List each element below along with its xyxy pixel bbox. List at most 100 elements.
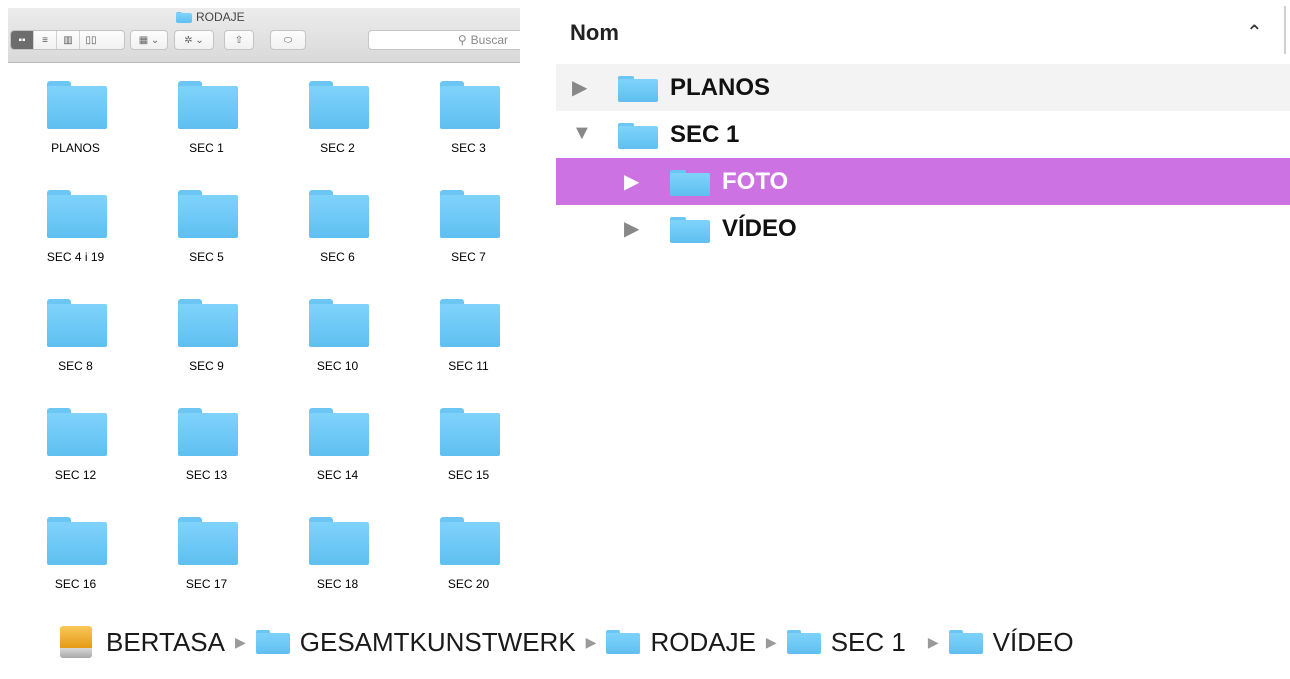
path-crumb-video[interactable]: VÍDEO bbox=[948, 626, 1074, 658]
folder-item[interactable]: SEC 20 bbox=[403, 507, 520, 600]
finder-toolbar: RODAJE ▪▪ ≡ ▥ ▯▯ ▦ ⌄ ✲ ⌄ ⇧ ⬭ ⚲ Buscar bbox=[8, 8, 520, 63]
folder-item[interactable]: SEC 7 bbox=[403, 180, 520, 289]
gear-icon: ✲ ⌄ bbox=[184, 34, 204, 46]
folder-label: SEC 7 bbox=[451, 250, 486, 264]
folder-label: PLANOS bbox=[51, 141, 100, 155]
folder-item[interactable]: SEC 8 bbox=[10, 289, 141, 398]
folder-item[interactable]: SEC 9 bbox=[141, 289, 272, 398]
column-header-label: Nom bbox=[570, 20, 619, 45]
path-crumb-sec-1[interactable]: SEC 1 bbox=[786, 627, 906, 658]
window-title-text: RODAJE bbox=[196, 10, 245, 24]
folder-label: SEC 5 bbox=[189, 250, 224, 264]
folder-item[interactable]: SEC 12 bbox=[10, 398, 141, 507]
folder-label: SEC 17 bbox=[185, 577, 228, 591]
folder-item[interactable]: SEC 3 bbox=[403, 71, 520, 180]
folder-icon bbox=[309, 81, 369, 129]
folder-icon bbox=[440, 81, 500, 129]
view-mode-group: ▪▪ ≡ ▥ ▯▯ bbox=[10, 30, 125, 50]
folder-icon bbox=[178, 517, 238, 565]
folder-icon bbox=[309, 517, 369, 565]
folder-icon bbox=[47, 190, 107, 238]
folder-icon bbox=[47, 299, 107, 347]
folder-item[interactable]: SEC 11 bbox=[403, 289, 520, 398]
arrange-icon: ▦ ⌄ bbox=[138, 34, 160, 46]
folder-item[interactable]: SEC 5 bbox=[141, 180, 272, 289]
cover-flow-view-button[interactable]: ▯▯ bbox=[80, 31, 102, 49]
folder-item[interactable]: SEC 2 bbox=[272, 71, 403, 180]
folder-item[interactable]: SEC 1 bbox=[141, 71, 272, 180]
folder-icon bbox=[440, 517, 500, 565]
column-view-button[interactable]: ▥ bbox=[57, 31, 80, 49]
disclosure-expanded-icon[interactable]: ▼ bbox=[572, 122, 592, 145]
folder-item[interactable]: SEC 16 bbox=[10, 507, 141, 600]
folder-icon bbox=[786, 630, 821, 654]
folder-label: SEC 9 bbox=[189, 359, 224, 373]
action-button[interactable]: ✲ ⌄ bbox=[174, 30, 214, 50]
path-crumb-gesamtkunstwerk[interactable]: GESAMTKUNSTWERK bbox=[255, 626, 576, 658]
path-crumb-rodaje[interactable]: RODAJE bbox=[606, 626, 756, 658]
column-header-name[interactable]: Nom ⌃ bbox=[556, 0, 1290, 65]
folder-icon bbox=[178, 81, 238, 129]
share-button[interactable]: ⇧ bbox=[224, 30, 254, 50]
folder-icon bbox=[47, 408, 107, 456]
sort-ascending-icon: ⌃ bbox=[1246, 22, 1263, 44]
tags-button[interactable]: ⬭ bbox=[270, 30, 306, 50]
path-crumb-bertasa[interactable]: BERTASA bbox=[60, 626, 225, 658]
list-row-planos[interactable]: ▶ PLANOS bbox=[556, 64, 1290, 111]
search-icon: ⚲ bbox=[457, 33, 467, 47]
disclosure-collapsed-icon[interactable]: ▶ bbox=[624, 216, 639, 241]
folder-item[interactable]: SEC 17 bbox=[141, 507, 272, 600]
folder-item[interactable]: PLANOS bbox=[10, 71, 141, 180]
folder-item[interactable]: SEC 13 bbox=[141, 398, 272, 507]
folder-item[interactable]: SEC 14 bbox=[272, 398, 403, 507]
folder-label: SEC 2 bbox=[320, 141, 355, 155]
folder-icon bbox=[178, 299, 238, 347]
folder-icon bbox=[948, 630, 983, 654]
path-crumb-label: VÍDEO bbox=[992, 626, 1074, 657]
folder-icon bbox=[178, 190, 238, 238]
icon-view-button[interactable]: ▪▪ bbox=[11, 31, 34, 49]
folder-icon bbox=[670, 217, 710, 243]
folder-label: SEC 20 bbox=[447, 577, 490, 591]
list-view: Nom ⌃ ▶ PLANOS ▼ SEC 1 ▶ FOTO ▶ VÍDEO bbox=[556, 0, 1290, 270]
list-row-label: PLANOS bbox=[670, 74, 771, 101]
list-row-label: VÍDEO bbox=[722, 215, 797, 242]
arrange-button[interactable]: ▦ ⌄ bbox=[130, 30, 168, 50]
path-crumb-label: RODAJE bbox=[650, 626, 756, 657]
list-row-foto[interactable]: ▶ FOTO bbox=[556, 158, 1290, 205]
folder-item[interactable]: SEC 10 bbox=[272, 289, 403, 398]
folder-label: SEC 8 bbox=[58, 359, 93, 373]
folder-label: SEC 10 bbox=[316, 359, 359, 373]
folder-label: SEC 3 bbox=[451, 141, 486, 155]
folder-icon bbox=[440, 190, 500, 238]
list-row-sec-1[interactable]: ▼ SEC 1 bbox=[556, 111, 1290, 158]
search-input[interactable]: ⚲ Buscar bbox=[368, 30, 520, 50]
list-row-label: SEC 1 bbox=[670, 121, 740, 148]
list-view-button[interactable]: ≡ bbox=[34, 31, 57, 49]
folder-icon bbox=[618, 123, 658, 149]
folder-item[interactable]: SEC 18 bbox=[272, 507, 403, 600]
path-bar: BERTASA ▶ GESAMTKUNSTWERK ▶ RODAJE ▶ SEC… bbox=[60, 618, 1074, 666]
disclosure-collapsed-icon[interactable]: ▶ bbox=[624, 169, 639, 194]
folder-icon bbox=[440, 299, 500, 347]
disclosure-collapsed-icon[interactable]: ▶ bbox=[572, 75, 587, 100]
column-divider[interactable] bbox=[1284, 6, 1286, 54]
folder-icon bbox=[255, 630, 290, 654]
finder-window: RODAJE ▪▪ ≡ ▥ ▯▯ ▦ ⌄ ✲ ⌄ ⇧ ⬭ ⚲ Buscar PL… bbox=[8, 8, 520, 600]
chevron-right-icon: ▶ bbox=[927, 633, 939, 650]
folder-icon bbox=[440, 408, 500, 456]
chevron-right-icon: ▶ bbox=[234, 633, 246, 650]
folder-item[interactable]: SEC 6 bbox=[272, 180, 403, 289]
folder-item[interactable]: SEC 15 bbox=[403, 398, 520, 507]
folder-item[interactable]: SEC 4 i 19 bbox=[10, 180, 141, 289]
share-icon: ⇧ bbox=[234, 34, 244, 46]
folder-icon bbox=[618, 76, 658, 102]
folder-icon bbox=[670, 170, 710, 196]
hard-drive-icon bbox=[60, 626, 92, 658]
folder-label: SEC 18 bbox=[316, 577, 359, 591]
list-row-video[interactable]: ▶ VÍDEO bbox=[556, 205, 1290, 252]
path-crumb-label: GESAMTKUNSTWERK bbox=[299, 626, 576, 657]
folder-icon bbox=[47, 81, 107, 129]
folder-icon bbox=[176, 11, 192, 23]
folder-label: SEC 1 bbox=[189, 141, 224, 155]
